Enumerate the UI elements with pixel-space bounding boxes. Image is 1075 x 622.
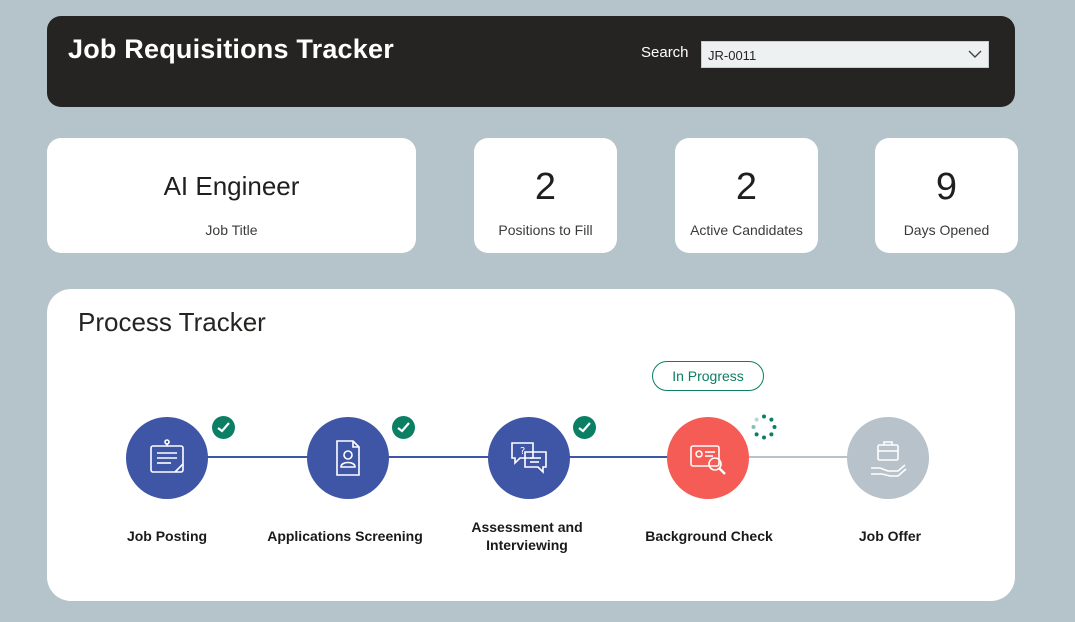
step-label: Applications Screening — [267, 528, 423, 544]
search-label: Search — [641, 44, 689, 61]
job-title-label: Job Title — [205, 222, 258, 238]
positions-card: 2 Positions to Fill — [474, 138, 617, 253]
svg-text:?: ? — [520, 446, 525, 457]
tracker-title: Process Tracker — [78, 307, 266, 337]
id-card-search-icon — [690, 445, 726, 475]
step-label: Assessment and Interviewing — [471, 519, 583, 553]
resume-document-icon — [336, 440, 360, 476]
check-icon — [212, 416, 235, 439]
step-label: Background Check — [645, 528, 773, 544]
step-label: Job Posting — [126, 528, 208, 544]
positions-value: 2 — [534, 166, 557, 208]
chat-bubbles-icon: ? — [511, 442, 547, 474]
step-label: Job Offer — [858, 528, 922, 544]
candidates-value: 2 — [735, 166, 758, 208]
days-value: 9 — [935, 166, 958, 208]
candidates-card: 2 Active Candidates — [675, 138, 818, 253]
search-dropdown[interactable]: JR-0011 — [701, 41, 989, 68]
process-tracker-panel: Process Tracker In Progress Job Posting … — [47, 289, 1015, 601]
days-card: 9 Days Opened — [875, 138, 1018, 253]
step-job-posting[interactable] — [126, 417, 208, 499]
step-background-check[interactable] — [667, 417, 749, 499]
app-title: Job Requisitions Tracker — [68, 34, 394, 64]
connector-line — [747, 456, 852, 458]
days-label: Days Opened — [903, 222, 990, 238]
status-badge: In Progress — [652, 361, 764, 391]
candidates-label: Active Candidates — [690, 222, 803, 238]
job-title-value: AI Engineer — [163, 171, 300, 201]
connector-line — [167, 456, 687, 458]
note-board-icon — [150, 439, 184, 473]
check-icon — [392, 416, 415, 439]
search-selected-value: JR-0011 — [708, 48, 757, 63]
step-applications-screening[interactable] — [307, 417, 389, 499]
loading-spinner-icon — [751, 414, 777, 440]
briefcase-hand-icon — [871, 441, 907, 477]
job-title-card: AI Engineer Job Title — [47, 138, 416, 253]
check-icon — [573, 416, 596, 439]
step-assessment-interviewing[interactable]: ? — [488, 417, 570, 499]
header-bar: Job Requisitions Tracker Search JR-0011 — [47, 16, 1015, 107]
positions-label: Positions to Fill — [498, 222, 593, 238]
chevron-down-icon — [968, 50, 982, 58]
step-job-offer[interactable] — [847, 417, 929, 499]
